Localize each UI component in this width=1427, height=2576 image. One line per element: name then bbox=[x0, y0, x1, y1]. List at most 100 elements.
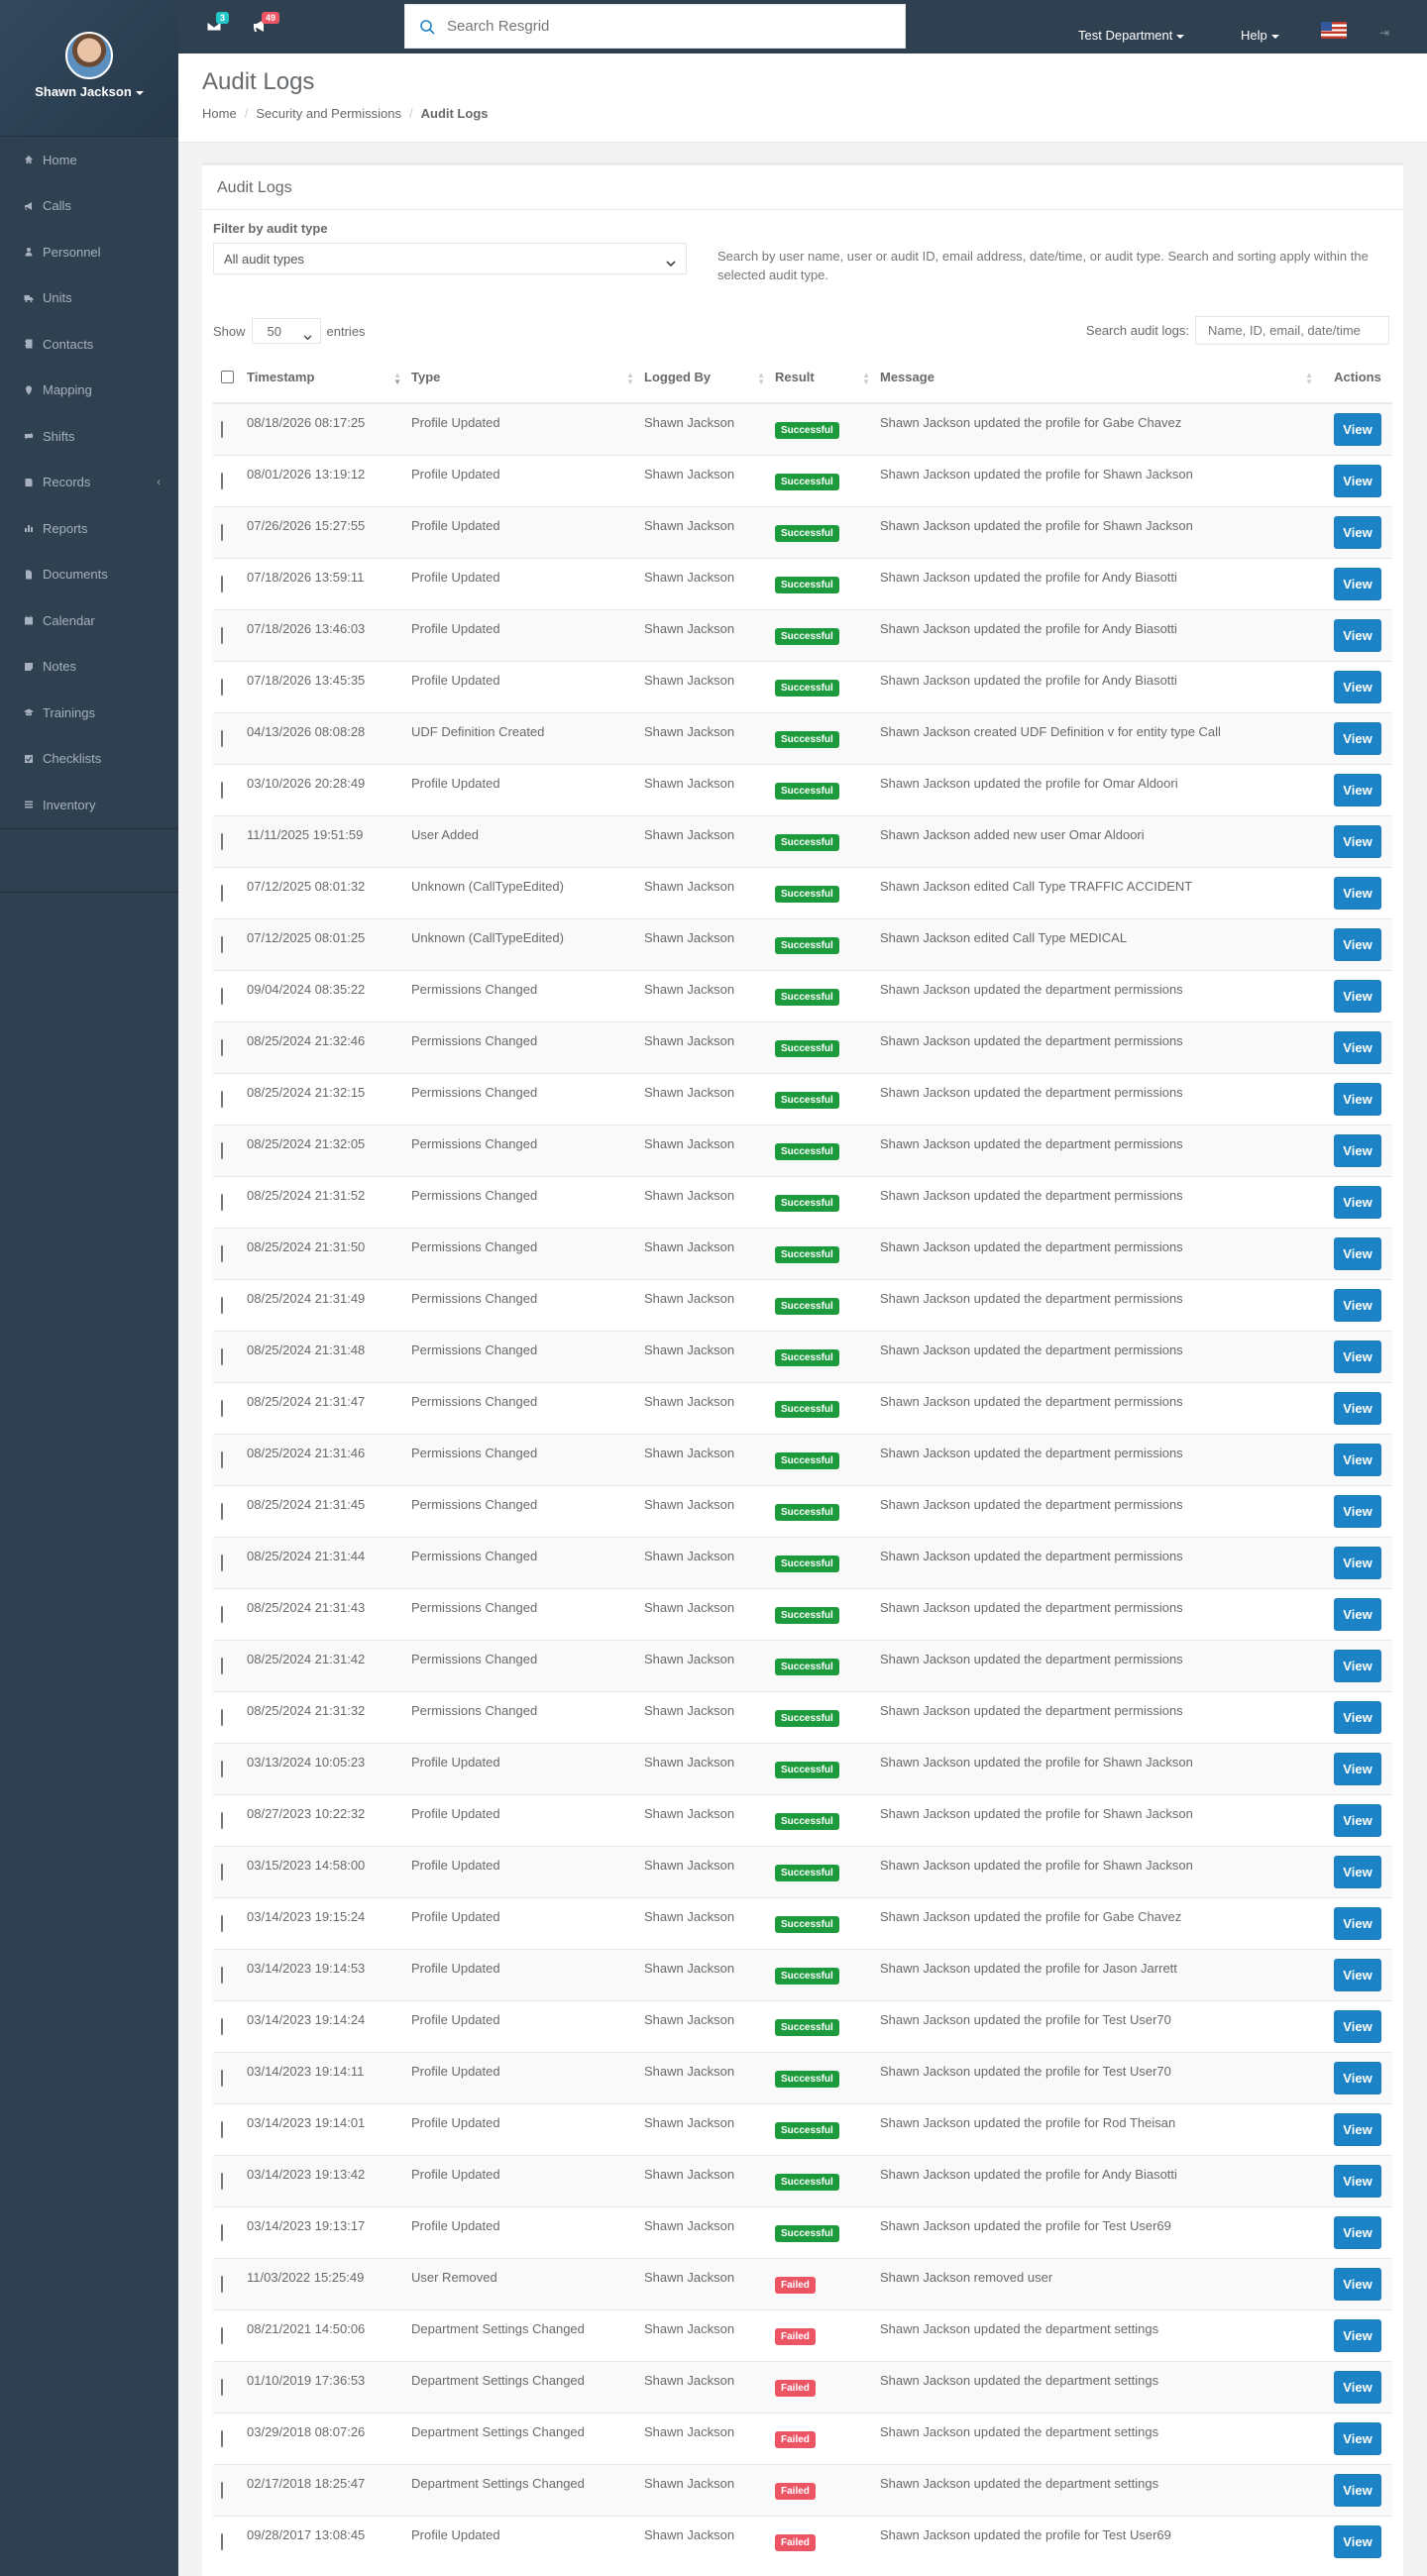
view-button[interactable]: View bbox=[1334, 1341, 1381, 1373]
header-message[interactable]: Message ▲ ▼ bbox=[880, 352, 1323, 402]
row-checkbox[interactable] bbox=[221, 627, 223, 644]
view-button[interactable]: View bbox=[1334, 1650, 1381, 1682]
view-button[interactable]: View bbox=[1334, 2062, 1381, 2094]
row-checkbox[interactable] bbox=[221, 2379, 223, 2396]
global-search[interactable] bbox=[404, 4, 906, 49]
audit-type-select[interactable]: All audit types bbox=[213, 243, 687, 274]
row-checkbox[interactable] bbox=[221, 2276, 223, 2293]
row-checkbox[interactable] bbox=[221, 1194, 223, 1211]
breadcrumb-home[interactable]: Home bbox=[202, 106, 237, 121]
global-search-input[interactable] bbox=[447, 18, 863, 35]
view-button[interactable]: View bbox=[1334, 2474, 1381, 2507]
view-button[interactable]: View bbox=[1334, 671, 1381, 703]
row-checkbox[interactable] bbox=[221, 524, 223, 541]
view-button[interactable]: View bbox=[1334, 1547, 1381, 1579]
row-checkbox[interactable] bbox=[221, 988, 223, 1005]
view-button[interactable]: View bbox=[1334, 1701, 1381, 1734]
row-checkbox[interactable] bbox=[221, 885, 223, 902]
alerts-button[interactable]: 49 bbox=[252, 12, 280, 34]
help-dropdown[interactable]: Help bbox=[1241, 28, 1279, 43]
row-checkbox[interactable] bbox=[221, 421, 223, 438]
view-button[interactable]: View bbox=[1334, 1804, 1381, 1837]
sidebar-item-home[interactable]: Home bbox=[0, 137, 178, 183]
row-checkbox[interactable] bbox=[221, 730, 223, 747]
row-checkbox[interactable] bbox=[221, 2173, 223, 2190]
header-timestamp[interactable]: Timestamp ▲ ▼ bbox=[247, 352, 411, 402]
row-checkbox[interactable] bbox=[221, 1658, 223, 1674]
breadcrumb-security[interactable]: Security and Permissions bbox=[256, 106, 401, 121]
row-checkbox[interactable] bbox=[221, 473, 223, 489]
logout-icon[interactable]: ⇥ bbox=[1379, 26, 1389, 40]
sidebar-item-notes[interactable]: Notes bbox=[0, 644, 178, 691]
row-checkbox[interactable] bbox=[221, 2121, 223, 2138]
sidebar-item-calls[interactable]: Calls bbox=[0, 183, 178, 230]
view-button[interactable]: View bbox=[1334, 2422, 1381, 2455]
row-checkbox[interactable] bbox=[221, 1812, 223, 1829]
view-button[interactable]: View bbox=[1334, 877, 1381, 910]
department-dropdown[interactable]: Test Department bbox=[1078, 28, 1185, 43]
sidebar-item-contacts[interactable]: Contacts bbox=[0, 321, 178, 368]
sidebar-item-reports[interactable]: Reports bbox=[0, 505, 178, 552]
table-search-input[interactable] bbox=[1195, 316, 1389, 345]
view-button[interactable]: View bbox=[1334, 980, 1381, 1013]
row-checkbox[interactable] bbox=[221, 1709, 223, 1726]
view-button[interactable]: View bbox=[1334, 722, 1381, 755]
view-button[interactable]: View bbox=[1334, 2216, 1381, 2249]
row-checkbox[interactable] bbox=[221, 679, 223, 696]
sidebar-item-documents[interactable]: Documents bbox=[0, 552, 178, 598]
view-button[interactable]: View bbox=[1334, 1495, 1381, 1528]
sidebar-item-records[interactable]: Records ‹ bbox=[0, 460, 178, 506]
view-button[interactable]: View bbox=[1334, 1289, 1381, 1322]
row-checkbox[interactable] bbox=[221, 2482, 223, 2499]
view-button[interactable]: View bbox=[1334, 465, 1381, 497]
sidebar-item-mapping[interactable]: Mapping bbox=[0, 368, 178, 414]
view-button[interactable]: View bbox=[1334, 619, 1381, 652]
language-flag-icon[interactable] bbox=[1321, 22, 1347, 39]
row-checkbox[interactable] bbox=[221, 1348, 223, 1365]
sidebar-item-trainings[interactable]: Trainings bbox=[0, 690, 178, 736]
view-button[interactable]: View bbox=[1334, 568, 1381, 600]
row-checkbox[interactable] bbox=[221, 1451, 223, 1468]
row-checkbox[interactable] bbox=[221, 2070, 223, 2087]
profile-menu[interactable]: Shawn Jackson bbox=[0, 84, 178, 99]
row-checkbox[interactable] bbox=[221, 576, 223, 592]
row-checkbox[interactable] bbox=[221, 2018, 223, 2035]
row-checkbox[interactable] bbox=[221, 1400, 223, 1417]
view-button[interactable]: View bbox=[1334, 1392, 1381, 1425]
view-button[interactable]: View bbox=[1334, 825, 1381, 858]
row-checkbox[interactable] bbox=[221, 1864, 223, 1880]
header-type[interactable]: Type ▲ ▼ bbox=[411, 352, 644, 402]
view-button[interactable]: View bbox=[1334, 2371, 1381, 2404]
row-checkbox[interactable] bbox=[221, 1142, 223, 1159]
view-button[interactable]: View bbox=[1334, 413, 1381, 446]
row-checkbox[interactable] bbox=[221, 782, 223, 799]
sidebar-item-personnel[interactable]: Personnel bbox=[0, 229, 178, 275]
header-result[interactable]: Result ▲ ▼ bbox=[775, 352, 880, 402]
sidebar-item-shifts[interactable]: Shifts bbox=[0, 413, 178, 460]
sidebar-item-inventory[interactable]: Inventory bbox=[0, 782, 178, 828]
row-checkbox[interactable] bbox=[221, 1039, 223, 1056]
view-button[interactable]: View bbox=[1334, 1237, 1381, 1270]
row-checkbox[interactable] bbox=[221, 833, 223, 850]
row-checkbox[interactable] bbox=[221, 1503, 223, 1520]
view-button[interactable]: View bbox=[1334, 1753, 1381, 1785]
view-button[interactable]: View bbox=[1334, 2319, 1381, 2352]
page-length-select[interactable]: 50 bbox=[251, 318, 321, 344]
view-button[interactable]: View bbox=[1334, 928, 1381, 961]
row-checkbox[interactable] bbox=[221, 1555, 223, 1571]
view-button[interactable]: View bbox=[1334, 2010, 1381, 2043]
view-button[interactable]: View bbox=[1334, 1856, 1381, 1888]
view-button[interactable]: View bbox=[1334, 1134, 1381, 1167]
row-checkbox[interactable] bbox=[221, 1245, 223, 1262]
view-button[interactable]: View bbox=[1334, 774, 1381, 806]
view-button[interactable]: View bbox=[1334, 1186, 1381, 1219]
messages-button[interactable]: 3 bbox=[206, 12, 230, 34]
row-checkbox[interactable] bbox=[221, 1967, 223, 1984]
row-checkbox[interactable] bbox=[221, 1606, 223, 1623]
view-button[interactable]: View bbox=[1334, 1907, 1381, 1940]
row-checkbox[interactable] bbox=[221, 2224, 223, 2241]
row-checkbox[interactable] bbox=[221, 1761, 223, 1777]
row-checkbox[interactable] bbox=[221, 2533, 223, 2550]
row-checkbox[interactable] bbox=[221, 2327, 223, 2344]
row-checkbox[interactable] bbox=[221, 1297, 223, 1314]
